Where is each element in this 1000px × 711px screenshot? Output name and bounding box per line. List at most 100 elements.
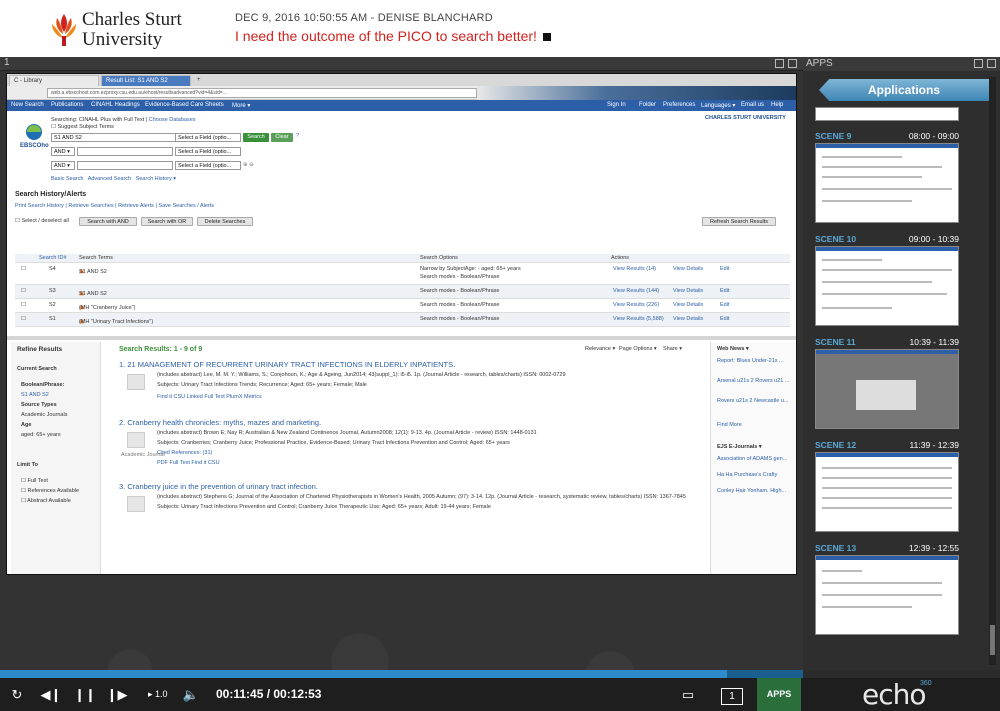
- relevance-dropdown[interactable]: Relevance ▾: [585, 346, 615, 352]
- full-text-checkbox[interactable]: ☐ Full Text: [21, 478, 48, 484]
- nav-more[interactable]: More ▾: [232, 102, 250, 109]
- applications-button[interactable]: Applications: [819, 79, 989, 101]
- aged-filter[interactable]: aged: 65+ years: [21, 432, 61, 438]
- nav-email[interactable]: Email us: [741, 102, 764, 108]
- scene-thumbnail[interactable]: [815, 143, 959, 223]
- clear-button[interactable]: Clear: [271, 133, 293, 142]
- nav-help[interactable]: Help: [771, 102, 783, 108]
- find-more-link[interactable]: Find More: [717, 422, 742, 428]
- search-input-3[interactable]: [77, 161, 173, 170]
- operator-select-2[interactable]: AND ▾: [51, 147, 75, 156]
- result-links[interactable]: Find it CSU Linked Full Text PlumX Metri…: [157, 394, 262, 400]
- nav-new-search[interactable]: New Search: [11, 102, 44, 108]
- save-searches-link[interactable]: Save Searches / Alerts: [158, 203, 214, 209]
- ejs-item[interactable]: Conley Hair Yonham, High...: [717, 488, 786, 494]
- result-links[interactable]: PDF Full Text Find it CSU: [157, 460, 220, 466]
- field-select-1[interactable]: Select a Field (optio...: [175, 133, 241, 142]
- news-item[interactable]: Rovers u21s 2 Newcastle u...: [717, 398, 789, 404]
- pause-icon[interactable]: ❙❙: [72, 678, 98, 711]
- popout-icon[interactable]: [775, 59, 784, 68]
- skip-forward-icon[interactable]: ❙▶: [104, 678, 130, 711]
- screen-layout-icon[interactable]: ▭: [674, 678, 702, 711]
- scene-thumbnail[interactable]: [815, 452, 959, 532]
- add-row-icon[interactable]: ⊕ ⊖: [243, 162, 254, 168]
- view-results-link[interactable]: View Results (14): [613, 266, 656, 272]
- flag-icon[interactable]: [542, 33, 551, 42]
- search-input-2[interactable]: [77, 147, 173, 156]
- news-item[interactable]: Report: Blues Under-21s ...: [717, 358, 784, 364]
- nav-folder[interactable]: Folder: [639, 102, 656, 108]
- field-select-2[interactable]: Select a Field (optio...: [175, 147, 241, 156]
- nav-care-sheets[interactable]: Evidence-Based Care Sheets: [145, 102, 224, 108]
- choose-databases-link[interactable]: Choose Databases: [149, 117, 196, 123]
- abstract-checkbox[interactable]: ☐ Abstract Available: [21, 498, 71, 504]
- slide-count-button[interactable]: 1: [716, 678, 748, 711]
- basic-search-link[interactable]: Basic Search: [51, 176, 83, 182]
- search-with-or-button[interactable]: Search with OR: [141, 217, 193, 226]
- delete-searches-button[interactable]: Delete Searches: [197, 217, 253, 226]
- field-select-3[interactable]: Select a Field (optio...: [175, 161, 241, 170]
- view-details-link[interactable]: View Details: [673, 288, 703, 294]
- operator-select-3[interactable]: AND ▾: [51, 161, 75, 170]
- view-details-link[interactable]: View Details: [673, 266, 703, 272]
- col-search-id[interactable]: Search ID#: [39, 255, 67, 261]
- row-checkbox[interactable]: ☐: [21, 302, 26, 308]
- advanced-search-link[interactable]: Advanced Search: [88, 176, 131, 182]
- ejs-item[interactable]: Ha Ha Purchase's Crafty: [717, 472, 777, 478]
- refresh-results-button[interactable]: Refresh Search Results: [702, 217, 776, 226]
- edit-link[interactable]: Edit: [720, 266, 729, 272]
- apps-scroll-thumb[interactable]: [990, 625, 995, 655]
- cited-refs-link[interactable]: Cited References: (31): [157, 450, 212, 456]
- edit-link[interactable]: Edit: [720, 316, 729, 322]
- scene-thumbnail[interactable]: [815, 555, 959, 635]
- address-bar[interactable]: web.a.ebscohost.com.ezproxy.csu.edu.au/e…: [47, 88, 477, 98]
- search-button[interactable]: Search: [243, 133, 269, 142]
- nav-cinahl-headings[interactable]: CINAHL Headings: [91, 102, 140, 108]
- skip-back-icon[interactable]: ◀❙: [38, 678, 64, 711]
- scene-thumbnail[interactable]: [815, 246, 959, 326]
- edit-link[interactable]: Edit: [720, 302, 729, 308]
- row-checkbox[interactable]: ☐: [21, 316, 26, 322]
- result-title[interactable]: 3. Cranberry juice in the prevention of …: [119, 482, 318, 491]
- view-results-link[interactable]: View Results (144): [613, 288, 659, 294]
- select-all[interactable]: ☐ Select / deselect all: [15, 218, 69, 224]
- nav-publications[interactable]: Publications: [51, 102, 83, 108]
- references-checkbox[interactable]: ☐ References Available: [21, 488, 79, 494]
- news-item[interactable]: Arsenal u21s 2 Rovers u21 ...: [717, 378, 789, 384]
- help-icon[interactable]: ?: [296, 133, 299, 139]
- search-history-link[interactable]: Search History ▾: [136, 176, 176, 182]
- print-history-link[interactable]: Print Search History: [15, 203, 64, 209]
- nav-languages[interactable]: Languages ▾: [701, 102, 735, 109]
- retrieve-alerts-link[interactable]: Retrieve Alerts: [118, 203, 154, 209]
- view-results-link[interactable]: View Results (226): [613, 302, 659, 308]
- progress-bar[interactable]: [0, 670, 803, 678]
- result-title[interactable]: 1. 21 MANAGEMENT OF RECURRENT URINARY TR…: [119, 360, 455, 369]
- view-details-link[interactable]: View Details: [673, 316, 703, 322]
- nav-sign-in[interactable]: Sign In: [607, 102, 626, 108]
- row-checkbox[interactable]: ☐: [21, 288, 26, 294]
- popout-icon[interactable]: [974, 59, 983, 68]
- browser-tab-2[interactable]: Result List: S1 AND S2: [101, 75, 191, 86]
- suggest-terms[interactable]: ☐ Suggest Subject Terms: [51, 124, 114, 130]
- maximize-icon[interactable]: [987, 59, 996, 68]
- new-tab-button[interactable]: +: [193, 75, 205, 86]
- result-title[interactable]: 2. Cranberry health chronicles: myths, m…: [119, 418, 321, 427]
- speed-control[interactable]: ▸ 1.0: [148, 678, 168, 711]
- maximize-icon[interactable]: [788, 59, 797, 68]
- view-details-link[interactable]: View Details: [673, 302, 703, 308]
- browser-tab-1[interactable]: C - Library: [9, 75, 99, 86]
- scene-thumb-partial[interactable]: [815, 107, 959, 121]
- retrieve-searches-link[interactable]: Retrieve Searches: [68, 203, 113, 209]
- replay-icon[interactable]: ↻: [6, 678, 28, 711]
- scene-thumbnail[interactable]: [815, 349, 959, 429]
- ejs-item[interactable]: Association of ADAMS gen...: [717, 456, 787, 462]
- view-results-link[interactable]: View Results (5,588): [613, 316, 664, 322]
- search-with-and-button[interactable]: Search with AND: [79, 217, 137, 226]
- row-checkbox[interactable]: ☐: [21, 266, 26, 272]
- nav-preferences[interactable]: Preferences: [663, 102, 695, 108]
- edit-link[interactable]: Edit: [720, 288, 729, 294]
- page-options-dropdown[interactable]: Page Options ▾: [619, 346, 657, 352]
- apps-toggle-button[interactable]: APPS: [757, 678, 801, 711]
- apps-scrollbar[interactable]: [989, 77, 996, 665]
- share-dropdown[interactable]: Share ▾: [663, 346, 682, 352]
